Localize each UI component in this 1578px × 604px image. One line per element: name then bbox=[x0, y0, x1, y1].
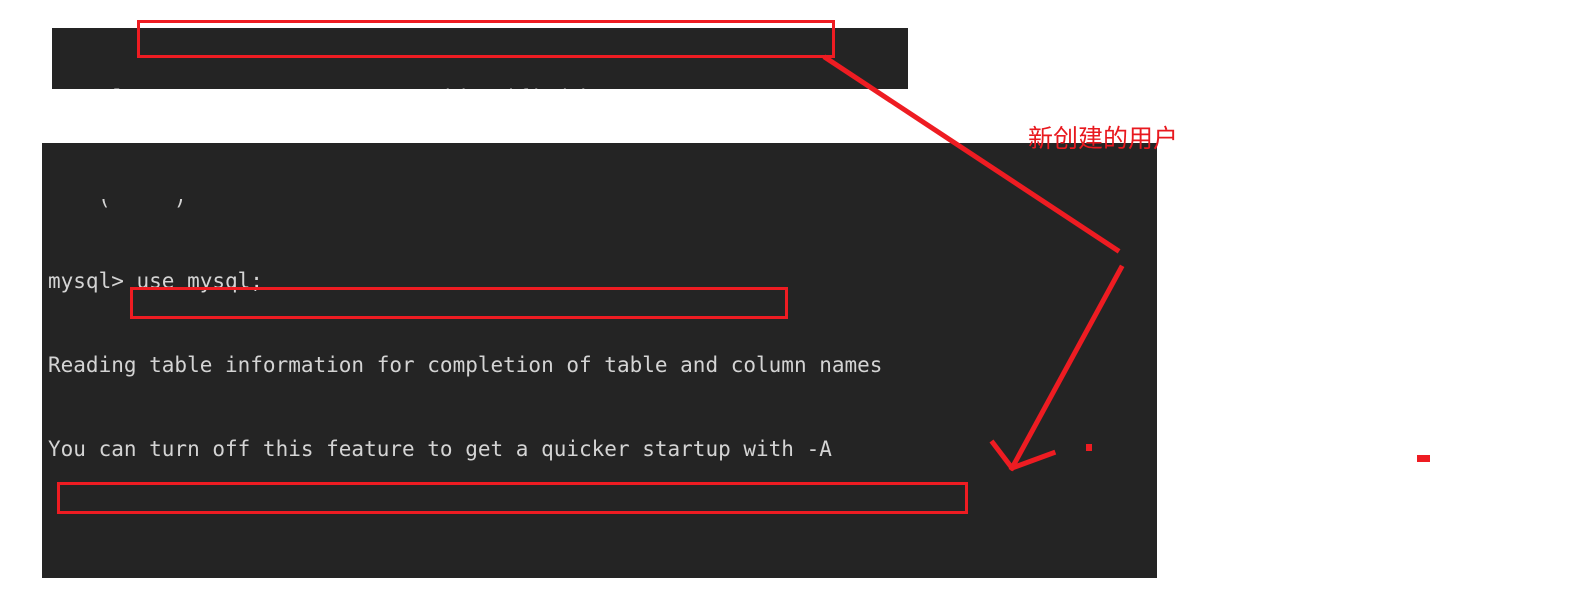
mysql-create-user-terminal[interactable]: mysql> create user 'test'@'%' identified… bbox=[52, 28, 908, 89]
stray-red-dot-mark bbox=[1086, 444, 1092, 451]
terminal-line: You can turn off this feature to get a q… bbox=[48, 437, 832, 461]
terminal-line: mysql> use mysql; bbox=[48, 269, 263, 293]
stray-red-dash-mark bbox=[1417, 455, 1430, 462]
annotation-caption-new-user: 新创建的用户 bbox=[1028, 124, 1179, 153]
clipped-text-fragment: ( ) bbox=[42, 199, 1157, 211]
terminal-line: mysql> create user 'test'@'%' identified… bbox=[52, 84, 908, 89]
mysql-select-user-terminal[interactable]: ( ) mysql> use mysql; Reading table info… bbox=[42, 143, 1157, 578]
terminal-line: Reading table information for completion… bbox=[48, 353, 883, 377]
